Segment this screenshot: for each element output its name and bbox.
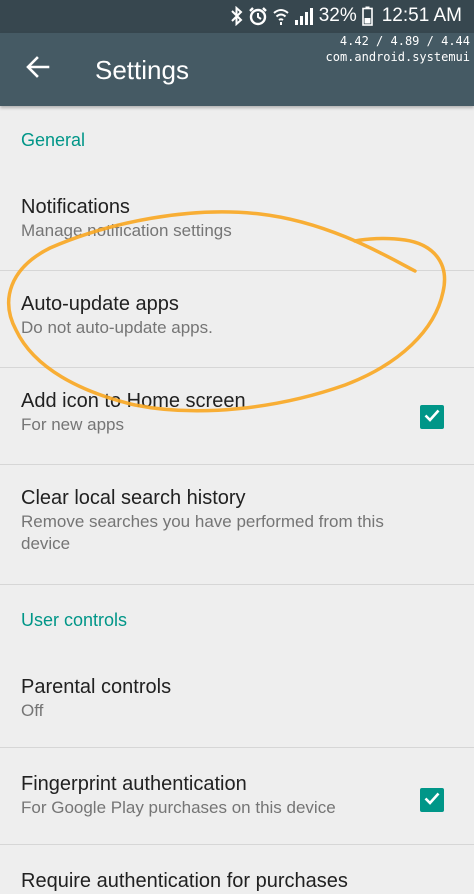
alarm-icon [248, 6, 268, 26]
cpu-load-values: 4.42 / 4.89 / 4.44 [339, 34, 470, 48]
clock-time: 12:51 AM [381, 5, 462, 26]
arrow-back-icon [25, 54, 51, 85]
status-icons: 32% 12:51 AM [230, 4, 462, 28]
back-button[interactable] [16, 47, 60, 91]
battery-percent: 32% [318, 5, 357, 26]
setting-subtitle: Do not auto-update apps. [21, 318, 213, 337]
setting-title: Clear local search history [21, 487, 246, 509]
setting-require-authentication[interactable]: Require authentication for purchases [0, 845, 474, 892]
fingerprint-checkbox[interactable] [420, 788, 444, 812]
add-icon-checkbox[interactable] [420, 405, 444, 429]
checkmark-icon [423, 406, 441, 429]
setting-title: Require authentication for purchases [21, 870, 348, 892]
setting-title: Parental controls [21, 676, 172, 698]
status-bar: 32% 12:51 AM [0, 0, 474, 33]
setting-title: Auto-update apps [21, 293, 179, 315]
setting-notifications[interactable]: Notifications Manage notification settin… [0, 174, 474, 271]
setting-fingerprint-authentication[interactable]: Fingerprint authentication For Google Pl… [0, 748, 474, 845]
setting-subtitle: Manage notification settings [21, 221, 232, 240]
page-title: Settings [95, 55, 189, 85]
top-process-name: com.android.systemui [325, 50, 471, 64]
setting-auto-update-apps[interactable]: Auto-update apps Do not auto-update apps… [0, 271, 474, 368]
setting-subtitle: For new apps [21, 415, 124, 434]
bluetooth-icon [230, 6, 243, 26]
setting-title: Add icon to Home screen [21, 390, 246, 412]
settings-list: General Notifications Manage notificatio… [0, 106, 474, 892]
setting-subtitle: Off [21, 701, 44, 720]
setting-title: Notifications [21, 196, 130, 218]
section-header-user-controls: User controls [21, 610, 128, 630]
setting-subtitle: Remove searches you have performed from … [21, 512, 384, 553]
wifi-icon [273, 6, 289, 26]
setting-subtitle: For Google Play purchases on this device [21, 798, 336, 817]
setting-add-icon-home-screen[interactable]: Add icon to Home screen For new apps [0, 368, 474, 465]
battery-icon [361, 6, 373, 26]
setting-title: Fingerprint authentication [21, 773, 247, 795]
signal-icon [294, 6, 314, 26]
section-header-general: General [21, 130, 86, 150]
checkmark-icon [423, 789, 441, 812]
cpu-load-overlay: 4.42 / 4.89 / 4.44 com.android.systemui [326, 33, 471, 65]
setting-clear-search-history[interactable]: Clear local search history Remove search… [0, 465, 474, 585]
setting-parental-controls[interactable]: Parental controls Off [0, 651, 474, 748]
